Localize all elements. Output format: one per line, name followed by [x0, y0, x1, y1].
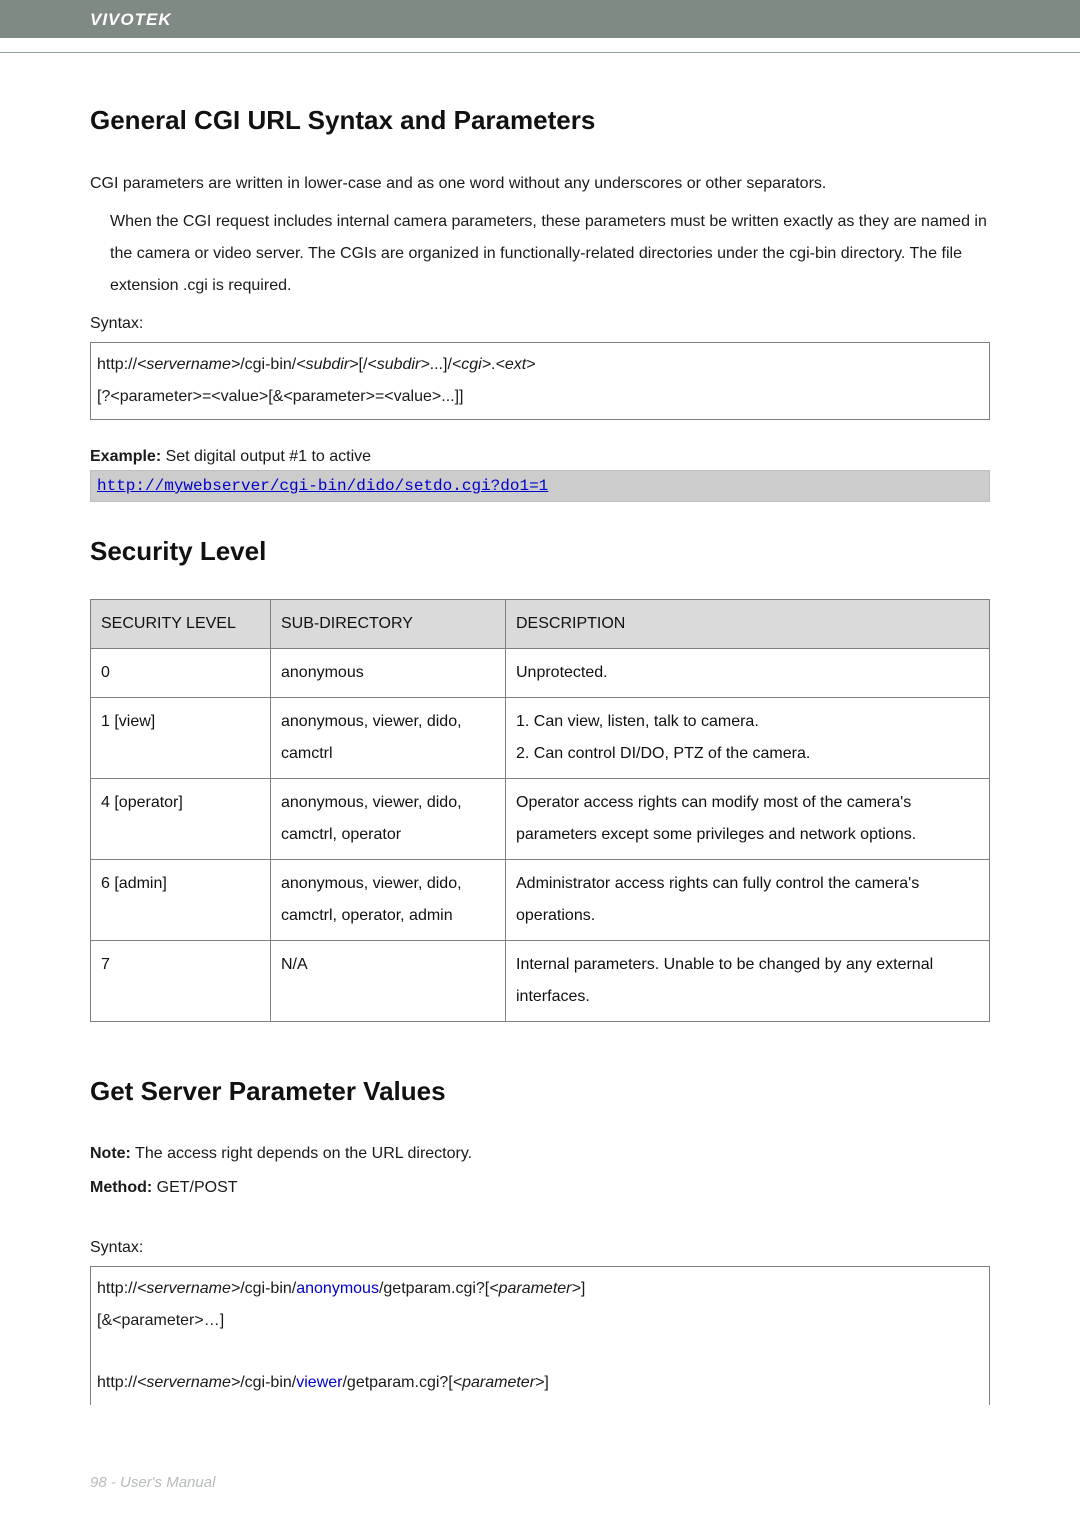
cell-level: 0 — [91, 649, 271, 698]
syntax-ext: <ext> — [495, 356, 535, 373]
table-header-row: SECURITY LEVEL SUB-DIRECTORY DESCRIPTION — [91, 600, 990, 649]
syntax-label-2: Syntax: — [90, 1232, 990, 1264]
heading-get-server-params: Get Server Parameter Values — [90, 1076, 990, 1107]
cell-subdir: anonymous, viewer, dido, camctrl — [271, 698, 506, 779]
heading-security-level: Security Level — [90, 536, 990, 567]
syntax-subdir: <subdir> — [296, 356, 358, 373]
syntax-box-2: http://<servername>/cgi-bin/anonymous/ge… — [90, 1266, 990, 1405]
cell-level: 6 [admin] — [91, 860, 271, 941]
method-text: GET/POST — [152, 1179, 237, 1196]
table-row: 0 anonymous Unprotected. — [91, 649, 990, 698]
syntax-line-1: http://<servername>/cgi-bin/<subdir>[/<s… — [97, 349, 983, 381]
table-row: 1 [view] anonymous, viewer, dido, camctr… — [91, 698, 990, 779]
syntax-row-3: http://<servername>/cgi-bin/viewer/getpa… — [97, 1367, 983, 1399]
syntax-parameter: <parameter> — [489, 1280, 581, 1297]
example-box: http://mywebserver/cgi-bin/dido/setdo.cg… — [90, 470, 990, 502]
syntax-part: ] — [581, 1280, 585, 1297]
syntax-servername: <servername> — [137, 1374, 240, 1391]
method-label: Method: — [90, 1179, 152, 1196]
paragraph-cgi-intro-1: CGI parameters are written in lower-case… — [90, 168, 990, 200]
syntax-servername: <servername> — [137, 356, 240, 373]
syntax-label-1: Syntax: — [90, 308, 990, 340]
syntax-box-1: http://<servername>/cgi-bin/<subdir>[/<s… — [90, 342, 990, 420]
example-label: Example: — [90, 448, 161, 465]
syntax-row-2: [&<parameter>…] — [97, 1305, 983, 1337]
note-text: The access right depends on the URL dire… — [131, 1145, 472, 1162]
note-label: Note: — [90, 1145, 131, 1162]
cell-subdir: N/A — [271, 941, 506, 1022]
method-line: Method: GET/POST — [90, 1173, 990, 1203]
syntax-cgi: <cgi> — [452, 356, 491, 373]
syntax-part: http:// — [97, 1374, 137, 1391]
th-description: DESCRIPTION — [506, 600, 990, 649]
syntax-part: /cgi-bin/ — [240, 1374, 296, 1391]
table-row: 7 N/A Internal parameters. Unable to be … — [91, 941, 990, 1022]
syntax-part: /cgi-bin/ — [240, 1280, 296, 1297]
syntax-gap — [97, 1337, 983, 1367]
cell-subdir: anonymous — [271, 649, 506, 698]
th-sub-directory: SUB-DIRECTORY — [271, 600, 506, 649]
cell-desc: Internal parameters. Unable to be change… — [506, 941, 990, 1022]
syntax-part: /cgi-bin/ — [240, 356, 296, 373]
syntax-dir-viewer: viewer — [296, 1374, 342, 1391]
syntax-part: /getparam.cgi?[ — [379, 1280, 489, 1297]
paragraph-cgi-intro-2: When the CGI request includes internal c… — [90, 206, 990, 302]
example-desc: Set digital output #1 to active — [161, 448, 371, 465]
cell-level: 7 — [91, 941, 271, 1022]
syntax-part: /getparam.cgi?[ — [342, 1374, 452, 1391]
syntax-parameter: <parameter> — [453, 1374, 545, 1391]
content: General CGI URL Syntax and Parameters CG… — [0, 53, 1080, 1405]
cell-subdir: anonymous, viewer, dido, camctrl, operat… — [271, 779, 506, 860]
th-security-level: SECURITY LEVEL — [91, 600, 271, 649]
cell-desc: Operator access rights can modify most o… — [506, 779, 990, 860]
syntax-row-1: http://<servername>/cgi-bin/anonymous/ge… — [97, 1273, 983, 1305]
syntax-servername: <servername> — [137, 1280, 240, 1297]
cell-desc: Administrator access rights can fully co… — [506, 860, 990, 941]
cell-level: 1 [view] — [91, 698, 271, 779]
syntax-line-2: [?<parameter>=<value>[&<parameter>=<valu… — [97, 381, 983, 413]
syntax-part: ] — [544, 1374, 548, 1391]
example-lead: Example: Set digital output #1 to active — [90, 448, 990, 466]
table-row: 4 [operator] anonymous, viewer, dido, ca… — [91, 779, 990, 860]
security-level-table: SECURITY LEVEL SUB-DIRECTORY DESCRIPTION… — [90, 599, 990, 1022]
table-row: 6 [admin] anonymous, viewer, dido, camct… — [91, 860, 990, 941]
cell-subdir: anonymous, viewer, dido, camctrl, operat… — [271, 860, 506, 941]
syntax-subdir: <subdir> — [367, 356, 429, 373]
syntax-dir-anonymous: anonymous — [296, 1280, 379, 1297]
cell-desc: Unprotected. — [506, 649, 990, 698]
cell-desc: 1. Can view, listen, talk to camera. 2. … — [506, 698, 990, 779]
syntax-part: ...]/ — [430, 356, 452, 373]
syntax-part: http:// — [97, 356, 137, 373]
note-line: Note: The access right depends on the UR… — [90, 1139, 990, 1169]
notes-block: Note: The access right depends on the UR… — [90, 1139, 990, 1204]
example-link[interactable]: http://mywebserver/cgi-bin/dido/setdo.cg… — [97, 477, 548, 495]
syntax-part: http:// — [97, 1280, 137, 1297]
page-footer: 98 - User's Manual — [90, 1474, 215, 1491]
heading-general-cgi: General CGI URL Syntax and Parameters — [90, 105, 990, 136]
cell-level: 4 [operator] — [91, 779, 271, 860]
header-brand: VIVOTEK — [0, 0, 1080, 38]
